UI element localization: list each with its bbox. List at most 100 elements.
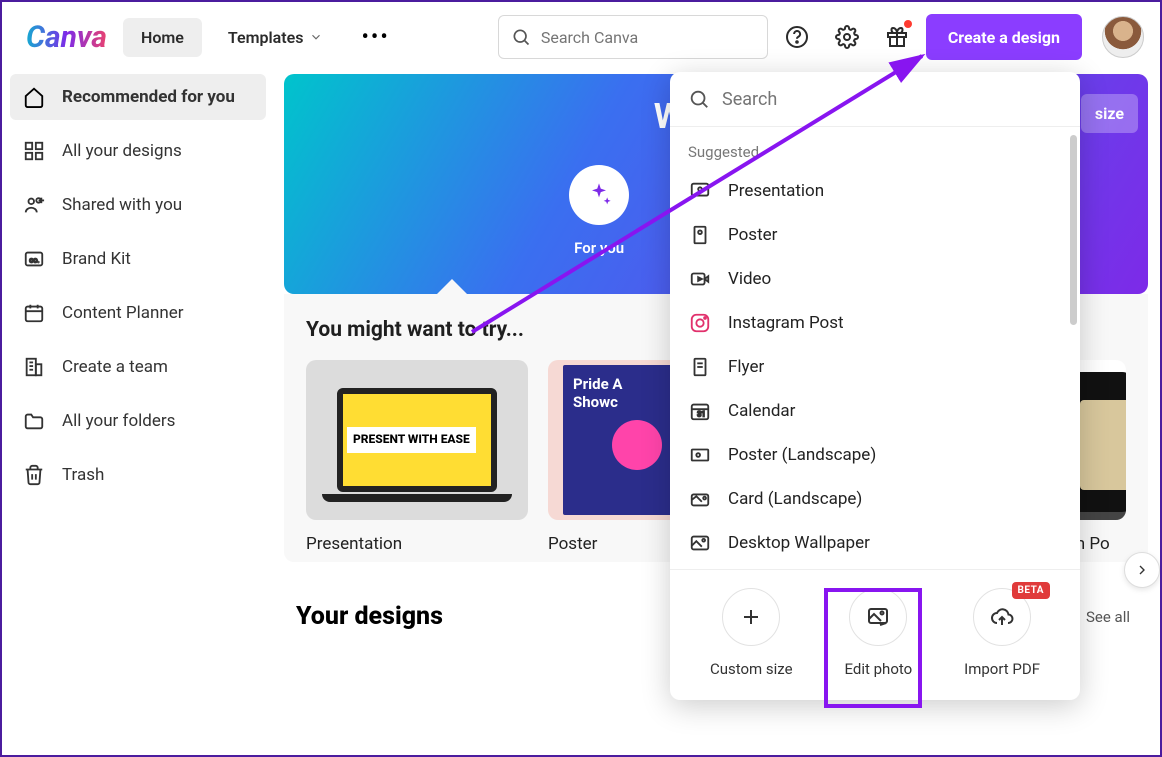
pop-item-poster[interactable]: Poster (670, 213, 1080, 257)
edit-photo-icon (849, 588, 907, 646)
pop-item-label: Instagram Post (728, 313, 844, 333)
sidebar-item-all-designs[interactable]: All your designs (10, 128, 266, 174)
card-label: Presentation (306, 534, 528, 554)
search-icon (688, 88, 710, 110)
pop-item-video[interactable]: Video (670, 257, 1080, 301)
cat-for-you[interactable]: For you (569, 165, 629, 257)
poster-landscape-icon (688, 444, 712, 466)
nav-templates[interactable]: Templates (210, 18, 342, 57)
pop-item-card-landscape[interactable]: Card (Landscape) (670, 477, 1080, 521)
pop-item-label: Presentation (728, 181, 824, 201)
footer-label: Edit photo (845, 660, 913, 678)
poster-icon (688, 224, 712, 246)
people-icon (22, 194, 46, 216)
video-icon (688, 268, 712, 290)
suggested-header: Suggested (670, 137, 1080, 169)
custom-size-pill[interactable]: size (1081, 94, 1138, 133)
top-bar: Canva Home Templates ••• Create a design (2, 2, 1160, 72)
search-icon (511, 27, 531, 47)
chevron-down-icon (309, 30, 323, 44)
sidebar-item-recommended[interactable]: Recommended for you (10, 74, 266, 120)
pop-item-calendar[interactable]: 31 Calendar (670, 389, 1080, 433)
card-thumb: PRESENT WITH EASE (306, 360, 528, 520)
sidebar-item-brand-kit[interactable]: co. Brand Kit (10, 236, 266, 282)
help-icon[interactable] (776, 16, 818, 58)
card-thumb: Pride A Showc (548, 360, 688, 520)
popover-search-input[interactable] (722, 89, 1062, 110)
pop-item-label: Card (Landscape) (728, 489, 862, 509)
pop-item-label: Poster (728, 225, 777, 245)
pop-item-label: Calendar (728, 401, 795, 421)
pop-item-label: Flyer (728, 357, 764, 377)
pop-item-label: Video (728, 269, 771, 289)
create-design-popover: Suggested Presentation Poster Video Inst… (670, 72, 1080, 700)
svg-text:co.: co. (29, 256, 39, 265)
building-icon (22, 356, 46, 378)
pop-item-instagram[interactable]: Instagram Post (670, 301, 1080, 345)
pop-item-poster-landscape[interactable]: Poster (Landscape) (670, 433, 1080, 477)
beta-badge: BETA (1012, 582, 1051, 599)
sidebar-item-label: Shared with you (62, 195, 182, 215)
presentation-icon (688, 180, 712, 202)
see-all-link[interactable]: See all (1086, 608, 1130, 626)
sidebar-item-label: All your designs (62, 141, 182, 161)
sidebar-item-label: All your folders (62, 411, 175, 431)
wallpaper-icon (688, 532, 712, 554)
notification-dot (904, 20, 912, 28)
pop-item-label: Poster (Landscape) (728, 445, 876, 465)
flyer-icon (688, 356, 712, 378)
calendar-icon (22, 302, 46, 324)
gift-icon[interactable] (876, 16, 918, 58)
folder-icon (22, 410, 46, 432)
carousel-next-icon[interactable] (1124, 552, 1160, 588)
more-menu-icon[interactable]: ••• (349, 17, 401, 58)
footer-label: Custom size (710, 660, 793, 678)
sidebar-item-label: Trash (62, 465, 104, 485)
sidebar-item-planner[interactable]: Content Planner (10, 290, 266, 336)
instagram-icon (688, 312, 712, 334)
sidebar-item-label: Create a team (62, 357, 168, 377)
sidebar-item-shared[interactable]: Shared with you (10, 182, 266, 228)
card-presentation[interactable]: PRESENT WITH EASE Presentation (306, 360, 528, 554)
popover-body: Suggested Presentation Poster Video Inst… (670, 126, 1080, 569)
card-poster[interactable]: Pride A Showc Poster (548, 360, 688, 554)
settings-icon[interactable] (826, 16, 868, 58)
calendar-icon: 31 (688, 400, 712, 422)
sidebar-item-trash[interactable]: Trash (10, 452, 266, 498)
nav-templates-label: Templates (228, 28, 304, 47)
trash-icon (22, 464, 46, 486)
search-input[interactable] (541, 28, 755, 47)
sidebar-item-folders[interactable]: All your folders (10, 398, 266, 444)
footer-import-pdf[interactable]: BETA Import PDF (964, 588, 1040, 678)
sidebar-item-label: Brand Kit (62, 249, 131, 269)
nav-home[interactable]: Home (123, 18, 202, 57)
plus-icon (722, 588, 780, 646)
pop-item-flyer[interactable]: Flyer (670, 345, 1080, 389)
cat-label: For you (574, 239, 624, 257)
footer-label: Import PDF (964, 660, 1040, 678)
footer-custom-size[interactable]: Custom size (710, 588, 793, 678)
create-design-button[interactable]: Create a design (926, 14, 1082, 60)
popover-search[interactable] (670, 72, 1080, 126)
sidebar-item-label: Content Planner (62, 303, 184, 323)
hero-notch (436, 279, 468, 295)
sidebar: Recommended for you All your designs Sha… (2, 72, 274, 755)
sparkle-icon (569, 165, 629, 225)
sidebar-item-label: Recommended for you (62, 87, 235, 107)
global-search[interactable] (498, 15, 768, 59)
svg-text:31: 31 (697, 410, 705, 419)
user-avatar[interactable] (1102, 16, 1144, 58)
sidebar-item-create-team[interactable]: Create a team (10, 344, 266, 390)
popover-footer: Custom size Edit photo BETA Import PDF (670, 569, 1080, 700)
pop-item-presentation[interactable]: Presentation (670, 169, 1080, 213)
pop-item-label: Desktop Wallpaper (728, 533, 870, 553)
logo[interactable]: Canva (18, 20, 115, 55)
scrollbar-thumb[interactable] (1070, 135, 1077, 325)
home-icon (22, 86, 46, 108)
footer-edit-photo[interactable]: Edit photo (845, 588, 913, 678)
pop-item-wallpaper[interactable]: Desktop Wallpaper (670, 521, 1080, 565)
grid-icon (22, 140, 46, 162)
card-label: Poster (548, 534, 688, 554)
card-icon (688, 488, 712, 510)
your-designs-heading: Your designs (296, 602, 443, 631)
